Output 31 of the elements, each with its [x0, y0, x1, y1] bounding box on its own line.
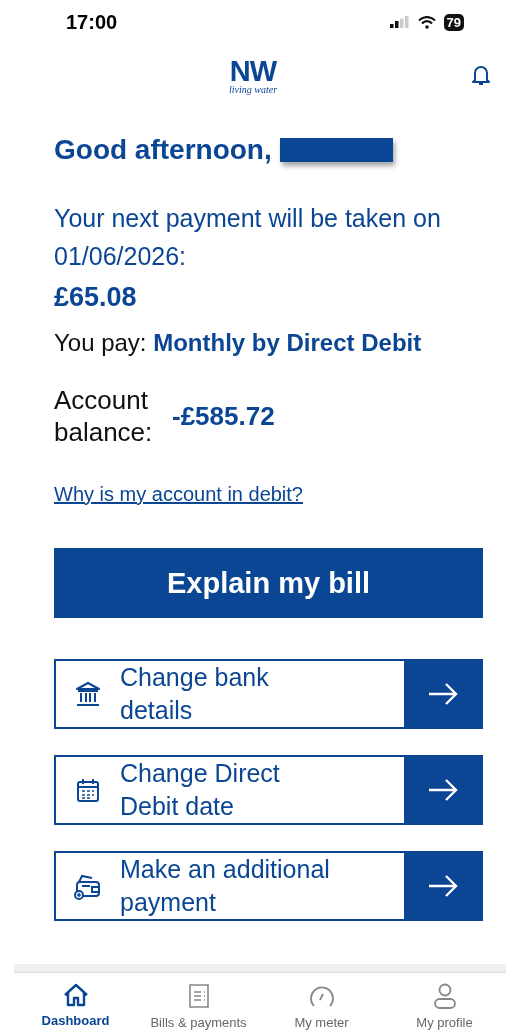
greeting: Good afternoon,: [54, 134, 272, 166]
debit-info-link[interactable]: Why is my account in debit?: [54, 482, 303, 506]
nav-tab[interactable]: Dashboard: [14, 979, 137, 1033]
logo-mark: NW: [229, 57, 277, 84]
person-icon: [432, 983, 457, 1009]
signal-icon: [389, 16, 410, 28]
nav-tab[interactable]: My meter: [260, 979, 383, 1033]
arrow-right-icon: [427, 779, 458, 801]
payment-amount: £65.08: [54, 282, 138, 312]
calendar-icon: [74, 776, 102, 804]
receipt-icon: [187, 983, 210, 1009]
action-row-button[interactable]: Change Direct Debit date: [54, 755, 483, 825]
status-time: 17:00: [66, 10, 118, 34]
action-row-button[interactable]: Change bank details: [54, 659, 483, 729]
balance-label: Account balance:: [54, 384, 154, 448]
nav-tab[interactable]: Bills & payments: [137, 979, 260, 1033]
notification-bell-icon[interactable]: [472, 64, 490, 86]
payment-method: Monthly by Direct Debit: [153, 329, 422, 356]
wifi-icon: [417, 15, 436, 29]
bank-icon: [74, 680, 102, 708]
battery-level: 79: [443, 13, 464, 31]
logo-tagline: living water: [228, 83, 278, 95]
nav-tab[interactable]: My profile: [383, 979, 506, 1033]
explain-bill-button[interactable]: Explain my bill: [54, 548, 483, 618]
payment-method-label: You pay:: [54, 329, 147, 356]
arrow-right-icon: [427, 875, 458, 897]
payment-message: Your next payment will be taken on 01/06/2026:: [54, 203, 442, 272]
action-row-button[interactable]: Make an additional payment: [54, 851, 483, 921]
home-icon: [62, 983, 89, 1007]
arrow-right-icon: [427, 683, 458, 705]
balance-amount: -£585.72: [172, 400, 275, 432]
